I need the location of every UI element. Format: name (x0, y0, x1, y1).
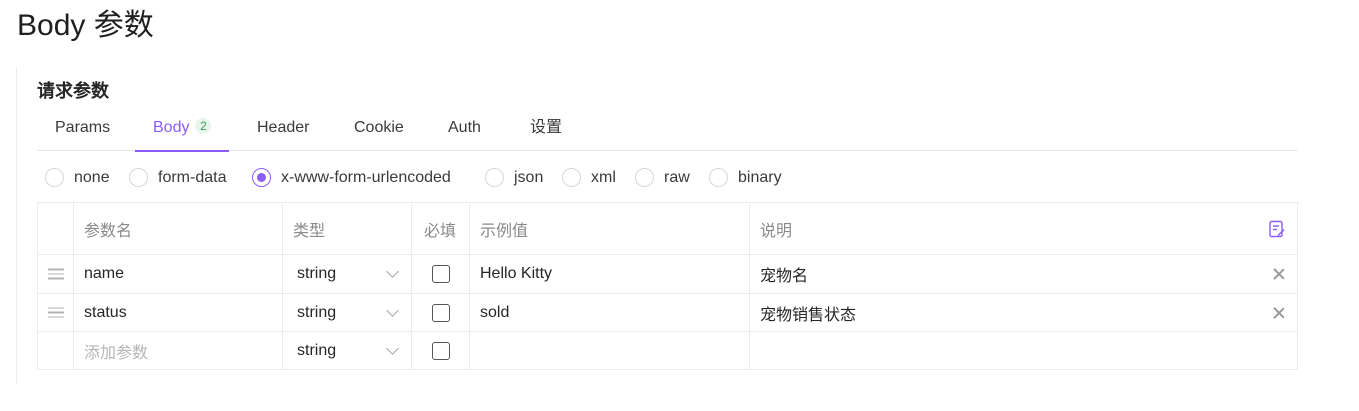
radio-label: binary (738, 169, 782, 186)
param-name-cell[interactable]: status (73, 294, 282, 331)
type-value: string (297, 303, 337, 321)
tab-body[interactable]: Body 2 (135, 110, 230, 152)
type-select[interactable]: string (282, 255, 411, 293)
column-header-type: 类型 (282, 203, 411, 254)
param-name-value: name (84, 265, 125, 282)
delete-row-icon[interactable] (1273, 307, 1285, 319)
request-params-panel: 请求参数 Params Body 2 Header Cookie Auth 设置 … (16, 68, 1306, 384)
tab-label: Auth (448, 119, 481, 136)
example-cell[interactable] (469, 332, 749, 369)
table-row-new: 添加参数 string (38, 332, 1297, 369)
required-checkbox[interactable] (432, 265, 450, 283)
body-type-radio-group: none form-data x-www-form-urlencoded jso… (45, 166, 1295, 190)
table-row: name string Hello Kitty 宠物名 (38, 255, 1297, 294)
column-header-example: 示例值 (469, 203, 749, 254)
param-name-value: status (84, 303, 127, 321)
tab-label: Body (153, 119, 190, 136)
add-param-input[interactable]: 添加参数 (73, 332, 282, 369)
tab-settings[interactable]: 设置 (530, 110, 562, 151)
required-checkbox[interactable] (432, 341, 450, 360)
delete-row-icon[interactable] (1273, 268, 1285, 280)
tab-cookie[interactable]: Cookie (354, 110, 404, 151)
type-value: string (297, 341, 337, 359)
params-table: 参数名 类型 必填 示例值 说明 name string Hello Kitty… (37, 202, 1298, 370)
request-tabs: Params Body 2 Header Cookie Auth 设置 (37, 110, 1298, 152)
tab-label: Cookie (354, 119, 404, 136)
example-cell[interactable]: Hello Kitty (469, 255, 749, 293)
example-value: Hello Kitty (480, 265, 553, 282)
radio-circle-icon (635, 168, 654, 187)
radio-label: form-data (158, 169, 227, 186)
count-badge: 2 (195, 118, 212, 134)
example-cell[interactable]: sold (469, 294, 749, 331)
section-title: 请求参数 (37, 81, 109, 101)
tab-params[interactable]: Params (55, 110, 110, 151)
column-header-name: 参数名 (73, 203, 282, 254)
radio-circle-icon (45, 168, 64, 187)
type-select[interactable]: string (282, 332, 411, 369)
param-name-cell[interactable]: name (73, 255, 282, 293)
header-label: 参数名 (84, 222, 133, 240)
column-header-required: 必填 (411, 203, 469, 254)
drag-cell (38, 332, 73, 369)
description-cell[interactable]: 宠物名 (749, 255, 1297, 293)
drag-cell (38, 294, 73, 331)
type-select[interactable]: string (282, 294, 411, 331)
add-param-placeholder: 添加参数 (84, 344, 149, 362)
required-cell (411, 255, 469, 293)
header-label: 类型 (293, 222, 326, 240)
radio-label: raw (664, 169, 690, 186)
tab-label: 设置 (530, 119, 563, 136)
description-cell[interactable]: 宠物销售状态 (749, 294, 1297, 331)
type-value: string (297, 265, 337, 282)
drag-handle-icon[interactable] (48, 268, 64, 280)
drag-cell (38, 255, 73, 293)
example-value: sold (480, 303, 510, 321)
drag-handle-icon[interactable] (48, 307, 64, 318)
chevron-down-icon (386, 341, 399, 355)
radio-label: xml (591, 169, 616, 186)
tab-label: Header (257, 119, 310, 136)
radio-circle-icon (709, 168, 728, 187)
description-value: 宠物销售状态 (760, 306, 857, 324)
page-title: Body 参数 (17, 9, 154, 42)
tab-header[interactable]: Header (257, 110, 309, 151)
header-label: 说明 (760, 222, 793, 240)
radio-circle-icon (562, 168, 581, 187)
radio-circle-icon (129, 168, 148, 187)
required-cell (411, 294, 469, 331)
required-checkbox[interactable] (432, 303, 450, 322)
drag-column-header (38, 203, 73, 254)
required-cell (411, 332, 469, 369)
chevron-down-icon (386, 265, 399, 278)
radio-selected-icon (252, 168, 271, 187)
tab-auth[interactable]: Auth (448, 110, 481, 151)
radio-label: none (74, 169, 110, 186)
column-header-description: 说明 (749, 203, 1297, 254)
description-cell[interactable] (749, 332, 1297, 369)
tab-label: Params (55, 119, 111, 136)
radio-label: x-www-form-urlencoded (281, 169, 451, 186)
description-value: 宠物名 (760, 268, 809, 285)
table-row: status string sold 宠物销售状态 (38, 294, 1297, 332)
chevron-down-icon (386, 303, 399, 317)
radio-label: json (514, 169, 544, 186)
header-label: 示例值 (480, 222, 529, 240)
bulk-edit-icon[interactable] (1269, 220, 1285, 238)
header-label: 必填 (424, 222, 457, 240)
table-header-row: 参数名 类型 必填 示例值 说明 (38, 203, 1297, 255)
radio-circle-icon (485, 168, 504, 187)
